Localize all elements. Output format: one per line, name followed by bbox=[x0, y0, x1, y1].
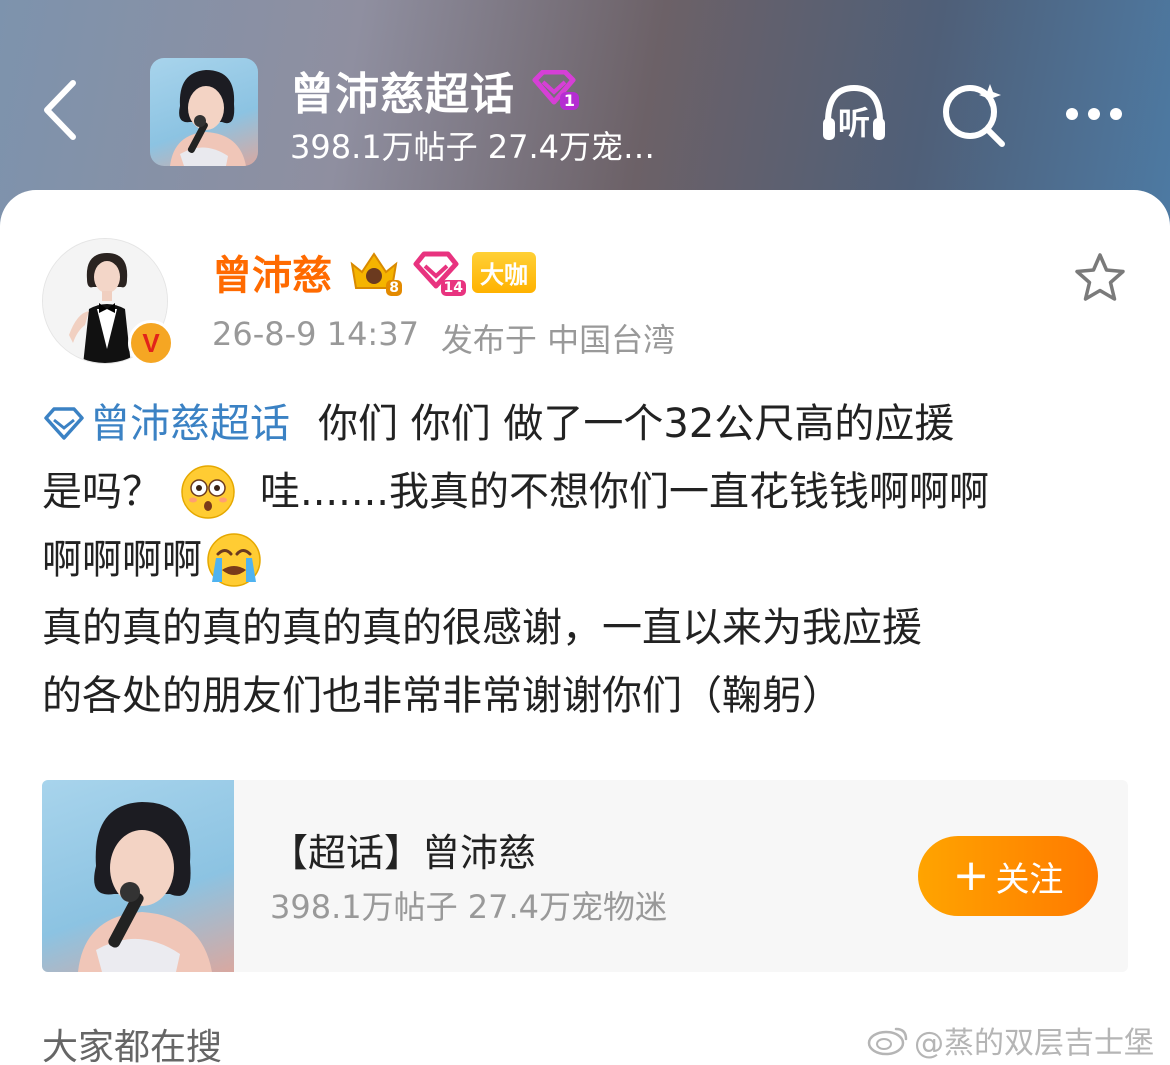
supertopic-level-number: 1 bbox=[559, 92, 579, 110]
shocked-face-emoji-icon bbox=[181, 465, 235, 519]
listen-button[interactable]: 听 bbox=[818, 78, 890, 150]
fan-level-number: 14 bbox=[440, 280, 466, 296]
weibo-logo-icon bbox=[867, 1027, 908, 1056]
dakai-badge: 大咖 bbox=[472, 251, 536, 293]
crown-badge-icon: 8 bbox=[348, 250, 402, 296]
post-location: 发布于 中国台湾 bbox=[440, 321, 676, 359]
verified-badge: V bbox=[128, 320, 174, 366]
follow-label: 关注 bbox=[995, 859, 1064, 900]
supertopic-level-icon: 1 bbox=[529, 69, 579, 110]
author-name[interactable]: 曾沛慈 bbox=[212, 243, 332, 301]
star-icon bbox=[1075, 253, 1125, 301]
post-card: V 曾沛慈 8 14 大咖 26-8-9 14:37 发布于 中国台湾 曾沛慈超… bbox=[0, 190, 1170, 1065]
post-text-1: 你们 你们 做了一个32公尺高的应援 bbox=[318, 401, 955, 447]
singer-photo-icon bbox=[170, 70, 246, 166]
supertopic-title-row: 曾沛慈超话 1 bbox=[290, 62, 579, 120]
post-text-2b: 哇.......我真的不想你们一直花钱钱啊啊啊 bbox=[260, 469, 990, 515]
supertopic-link-label: 曾沛慈超话 bbox=[90, 401, 290, 447]
follow-button[interactable]: + 关注 bbox=[918, 836, 1098, 916]
post-line: 是吗？ 哇.......我真的不想你们一直花钱钱啊啊啊 bbox=[42, 458, 1132, 526]
post-content: 曾沛慈超话 你们 你们 做了一个32公尺高的应援 是吗？ 哇.......我真的… bbox=[42, 390, 1132, 730]
post-time: 26-8-9 14:37 bbox=[212, 315, 419, 353]
singer-photo-icon bbox=[78, 802, 212, 972]
post-text-5: 的各处的朋友们也非常非常谢谢你们（鞠躬） bbox=[42, 673, 842, 719]
post-text-4: 真的真的真的真的真的很感谢，一直以来为我应援 bbox=[42, 605, 922, 651]
post-text-2a: 是吗？ bbox=[42, 469, 162, 515]
supertopic-card-name: 【超话】曾沛慈 bbox=[270, 831, 537, 875]
post-line: 的各处的朋友们也非常非常谢谢你们（鞠躬） bbox=[42, 662, 1132, 730]
supertopic-card-image bbox=[42, 780, 234, 972]
post-text-3: 啊啊啊啊 bbox=[42, 537, 202, 583]
favorite-button[interactable] bbox=[1072, 250, 1128, 306]
search-icon bbox=[943, 84, 1005, 147]
post-line: 真的真的真的真的真的很感谢，一直以来为我应援 bbox=[42, 594, 1132, 662]
plus-icon: + bbox=[952, 850, 990, 901]
post-meta: 26-8-9 14:37 发布于 中国台湾 bbox=[212, 315, 675, 361]
supertopic-stats: 398.1万帖子 27.4万宠… bbox=[290, 128, 656, 166]
watermark-text: @蒸的双层吉士堡 bbox=[914, 1026, 1154, 1061]
supertopic-card-stats: 398.1万帖子 27.4万宠物迷 bbox=[270, 888, 668, 926]
supertopic-diamond-icon bbox=[44, 407, 84, 440]
back-button[interactable] bbox=[30, 75, 90, 145]
search-button[interactable] bbox=[938, 78, 1010, 150]
supertopic-title[interactable]: 曾沛慈超话 bbox=[290, 58, 515, 122]
weibo-watermark: @蒸的双层吉士堡 bbox=[866, 1018, 1154, 1062]
crown-level-number: 8 bbox=[386, 280, 402, 296]
trending-search-title: 大家都在搜 bbox=[42, 1027, 223, 1065]
author-row: 曾沛慈 8 14 大咖 bbox=[212, 242, 536, 302]
crying-face-emoji-icon bbox=[207, 533, 261, 587]
chevron-left-icon bbox=[44, 80, 76, 140]
more-options-button[interactable] bbox=[1058, 78, 1130, 150]
fan-level-icon: 14 bbox=[410, 250, 466, 296]
more-dots-icon bbox=[1066, 108, 1122, 120]
supertopic-card[interactable]: 【超话】曾沛慈 398.1万帖子 27.4万宠物迷 + 关注 bbox=[42, 780, 1128, 972]
supertopic-link[interactable]: 曾沛慈超话 bbox=[42, 390, 290, 458]
post-line: 啊啊啊啊 bbox=[42, 526, 1132, 594]
post-line: 曾沛慈超话 你们 你们 做了一个32公尺高的应援 bbox=[42, 390, 1132, 458]
supertopic-thumbnail[interactable] bbox=[150, 58, 258, 166]
listen-label: 听 bbox=[837, 104, 870, 142]
